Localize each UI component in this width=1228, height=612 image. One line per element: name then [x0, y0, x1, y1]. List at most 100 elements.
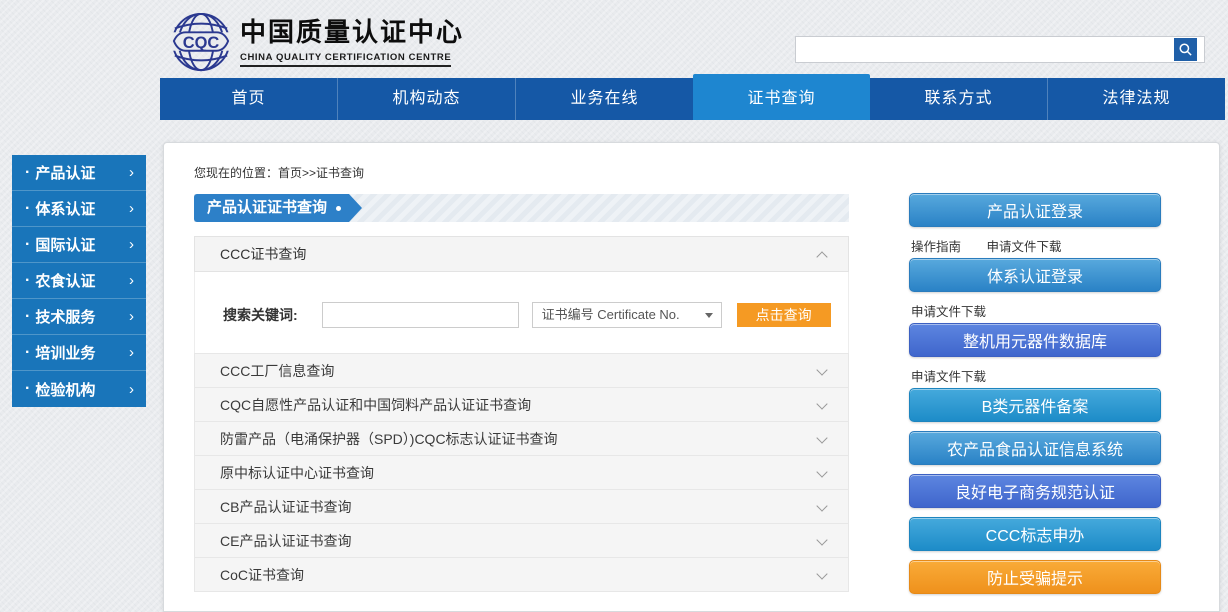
logo-text: 中国质量认证中心 CHINA QUALITY CERTIFICATION CEN… [240, 17, 464, 67]
accordion-title: CCC证书查询 [220, 246, 306, 262]
bullet-icon [25, 308, 35, 326]
content-panel: 您现在的位置：首页>>证书查询 产品认证证书查询 CCC证书查询 搜索关键词: … [163, 142, 1220, 612]
chevron-down-icon [816, 466, 827, 477]
sidebar-item-tech-service[interactable]: 技术服务 [12, 299, 146, 335]
chevron-down-icon [816, 568, 827, 579]
system-cert-login-button[interactable]: 体系认证登录 [909, 258, 1161, 292]
nav-item-online-business[interactable]: 业务在线 [515, 78, 693, 120]
accordion-header-former-cqc[interactable]: 原中标认证中心证书查询 [194, 455, 849, 490]
chevron-right-icon [129, 308, 134, 325]
accordion: CCC证书查询 搜索关键词: 证书编号 Certificate No. 点击查询… [194, 236, 849, 592]
chevron-right-icon [129, 272, 134, 289]
nav-item-contact[interactable]: 联系方式 [870, 78, 1047, 120]
header-search [795, 36, 1205, 63]
chevron-down-icon [816, 534, 827, 545]
accordion-title: CQC自愿性产品认证和中国饲料产品认证证书查询 [220, 397, 531, 413]
operation-guide-link[interactable]: 操作指南 [911, 240, 961, 254]
sidebar-item-label: 国际认证 [35, 234, 95, 255]
dropdown-arrow-icon [705, 313, 713, 318]
query-button[interactable]: 点击查询 [737, 303, 831, 327]
sidebar-item-inspection[interactable]: 检验机构 [12, 371, 146, 407]
chevron-right-icon [129, 344, 134, 361]
page-title: 产品认证证书查询 [194, 194, 349, 222]
bullet-icon [25, 164, 35, 182]
nav-item-news[interactable]: 机构动态 [337, 78, 515, 120]
accordion-title: CoC证书查询 [220, 567, 304, 583]
cqc-globe-icon: CQC [170, 11, 232, 73]
accordion-title: CE产品认证证书查询 [220, 533, 351, 549]
breadcrumb-path[interactable]: 首页>>证书查询 [278, 166, 364, 180]
link-row: 操作指南 申请文件下载 [911, 236, 1161, 250]
accordion-title: CCC工厂信息查询 [220, 363, 334, 379]
accordion-body-ccc-certificate: 搜索关键词: 证书编号 Certificate No. 点击查询 [194, 272, 849, 354]
class-b-record-button[interactable]: B类元器件备案 [909, 388, 1161, 422]
ecommerce-cert-button[interactable]: 良好电子商务规范认证 [909, 474, 1161, 508]
bullet-icon [25, 344, 35, 362]
chevron-down-icon [816, 398, 827, 409]
link-row: 申请文件下载 [911, 366, 1161, 380]
page-title-bar: 产品认证证书查询 [194, 194, 849, 222]
sidebar-item-label: 培训业务 [35, 342, 95, 363]
application-download-link[interactable]: 申请文件下载 [911, 305, 986, 319]
keyword-input[interactable] [322, 302, 519, 328]
search-icon [1178, 42, 1193, 57]
sidebar-item-international-cert[interactable]: 国际认证 [12, 227, 146, 263]
chevron-up-icon [816, 251, 827, 262]
bullet-icon [25, 236, 35, 254]
breadcrumb-label: 您现在的位置： [194, 166, 278, 180]
search-keyword-label: 搜索关键词: [223, 302, 298, 328]
search-type-select[interactable]: 证书编号 Certificate No. [532, 302, 722, 328]
application-download-link[interactable]: 申请文件下载 [911, 370, 986, 384]
sidebar-item-training[interactable]: 培训业务 [12, 335, 146, 371]
chevron-down-icon [816, 500, 827, 511]
chevron-right-icon [129, 236, 134, 253]
accordion-header-cb[interactable]: CB产品认证证书查询 [194, 489, 849, 524]
bullet-icon [25, 272, 35, 290]
sidebar-item-label: 技术服务 [35, 306, 95, 327]
chevron-right-icon [129, 164, 134, 181]
nav-item-home[interactable]: 首页 [160, 78, 337, 120]
header-search-input[interactable] [795, 36, 1205, 63]
accordion-header-ccc-factory[interactable]: CCC工厂信息查询 [194, 353, 849, 388]
dot-icon [336, 206, 341, 211]
product-cert-login-button[interactable]: 产品认证登录 [909, 193, 1161, 227]
logo-abbr: CQC [183, 34, 220, 52]
component-database-button[interactable]: 整机用元器件数据库 [909, 323, 1161, 357]
bullet-icon [25, 380, 35, 398]
cqc-logo[interactable]: CQC 中国质量认证中心 CHINA QUALITY CERTIFICATION… [170, 10, 464, 74]
fraud-warning-button[interactable]: 防止受骗提示 [909, 560, 1161, 594]
accordion-header-spd[interactable]: 防雷产品（电涌保护器（SPD）)CQC标志认证证书查询 [194, 421, 849, 456]
ccc-mark-apply-button[interactable]: CCC标志申办 [909, 517, 1161, 551]
page: CQC 中国质量认证中心 CHINA QUALITY CERTIFICATION… [0, 0, 1228, 612]
accordion-header-ce[interactable]: CE产品认证证书查询 [194, 523, 849, 558]
chevron-right-icon [129, 200, 134, 217]
accordion-header-cqc-voluntary[interactable]: CQC自愿性产品认证和中国饲料产品认证证书查询 [194, 387, 849, 422]
logo-title-zh: 中国质量认证中心 [240, 17, 464, 47]
sidebar-item-label: 检验机构 [35, 379, 95, 400]
sidebar: 产品认证 体系认证 国际认证 农食认证 技术服务 培训业务 [12, 155, 146, 407]
breadcrumb: 您现在的位置：首页>>证书查询 [194, 164, 364, 181]
main-nav: 首页 机构动态 业务在线 证书查询 联系方式 法律法规 [160, 78, 1225, 120]
sidebar-item-system-cert[interactable]: 体系认证 [12, 191, 146, 227]
chevron-right-icon [129, 381, 134, 398]
sidebar-item-product-cert[interactable]: 产品认证 [12, 155, 146, 191]
sidebar-item-label: 产品认证 [35, 162, 95, 183]
nav-item-certificate-query[interactable]: 证书查询 [693, 74, 870, 120]
agri-food-info-button[interactable]: 农产品食品认证信息系统 [909, 431, 1161, 465]
logo-title-en: CHINA QUALITY CERTIFICATION CENTRE [240, 52, 451, 67]
accordion-title: CB产品认证证书查询 [220, 499, 351, 515]
sidebar-item-label: 体系认证 [35, 198, 95, 219]
header-search-button[interactable] [1174, 38, 1197, 61]
sidebar-item-label: 农食认证 [35, 270, 95, 291]
link-row: 申请文件下载 [911, 301, 1161, 315]
bullet-icon [25, 200, 35, 218]
application-download-link[interactable]: 申请文件下载 [987, 240, 1062, 254]
accordion-header-ccc-certificate[interactable]: CCC证书查询 [194, 236, 849, 272]
accordion-title: 防雷产品（电涌保护器（SPD）)CQC标志认证证书查询 [220, 431, 558, 447]
nav-item-laws[interactable]: 法律法规 [1047, 78, 1225, 120]
chevron-down-icon [816, 432, 827, 443]
accordion-title: 原中标认证中心证书查询 [220, 465, 374, 481]
accordion-header-coc[interactable]: CoC证书查询 [194, 557, 849, 592]
sidebar-item-agrifood-cert[interactable]: 农食认证 [12, 263, 146, 299]
chevron-down-icon [816, 364, 827, 375]
